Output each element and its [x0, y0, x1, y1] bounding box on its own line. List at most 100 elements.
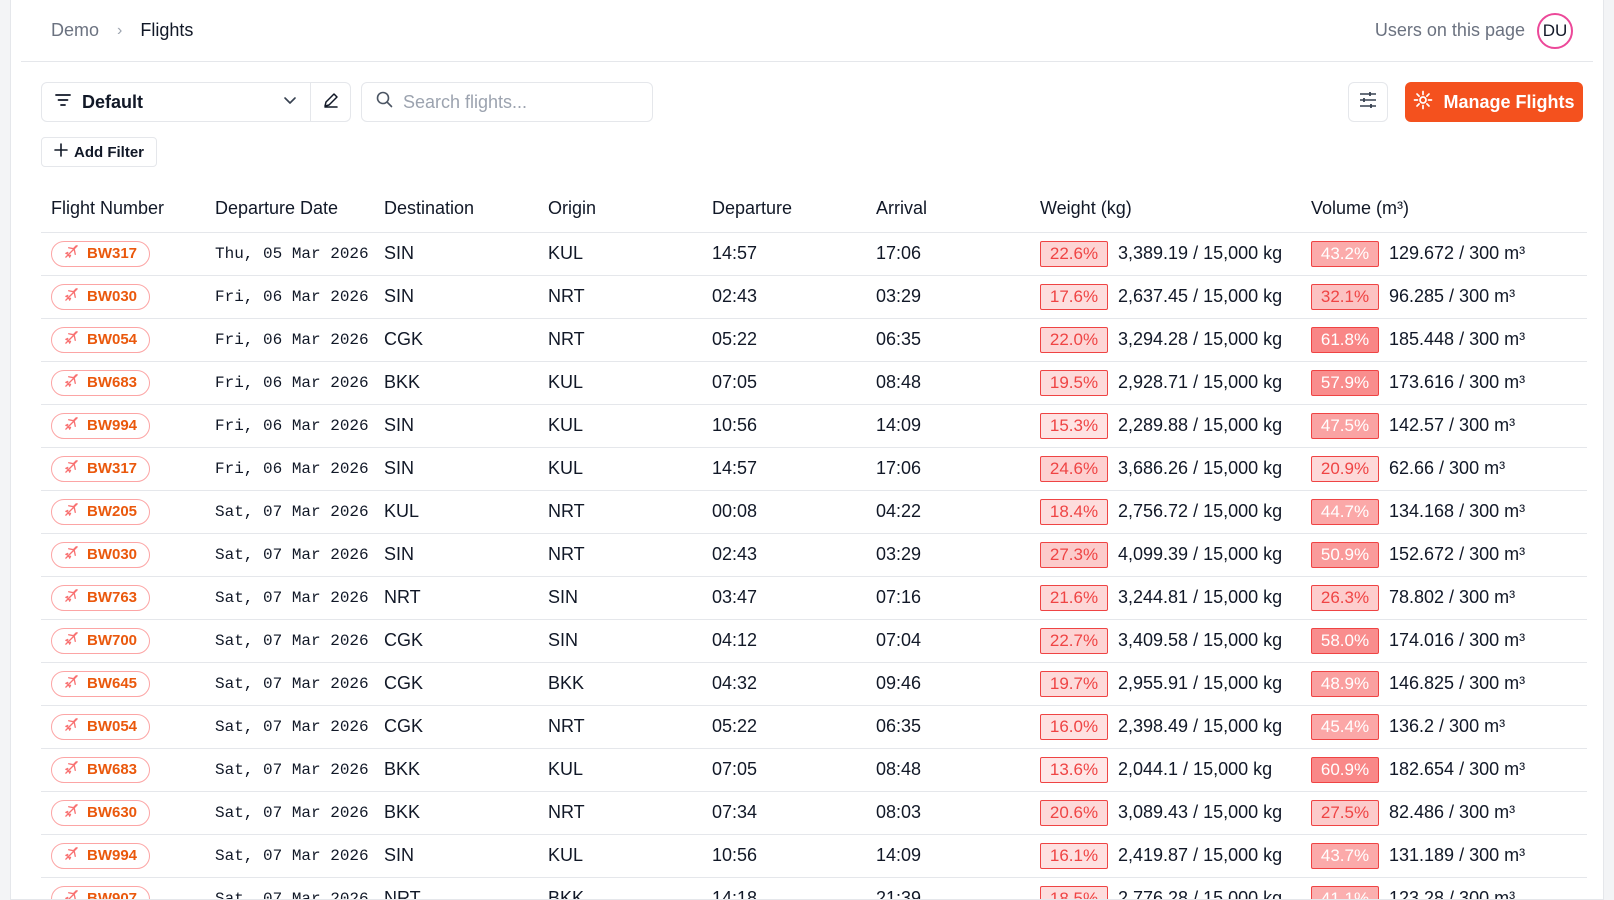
- volume-value: 82.486 / 300 m³: [1389, 801, 1516, 822]
- volume-value: 96.285 / 300 m³: [1389, 285, 1516, 306]
- weight-value: 3,244.81 / 15,000 kg: [1118, 586, 1283, 607]
- flight-number-badge[interactable]: BW994: [51, 842, 151, 869]
- table-row[interactable]: BW683 Fri, 06 Mar 2026 BKK KUL 07:05 08:48 19.…: [41, 361, 1587, 405]
- avatar[interactable]: DU: [1537, 12, 1573, 49]
- cell-weight: 20.6% 3,089.43 / 15,000 kg: [1030, 791, 1301, 835]
- flight-number-badge[interactable]: BW683: [51, 369, 151, 396]
- table-row[interactable]: BW054 Sat, 07 Mar 2026 CGK NRT 05:22 06:35 16.…: [41, 705, 1587, 749]
- table-row[interactable]: BW317 Fri, 06 Mar 2026 SIN KUL 14:57 17:06 24.…: [41, 447, 1587, 491]
- table-row[interactable]: BW054 Fri, 06 Mar 2026 CGK NRT 05:22 06:35 22.…: [41, 318, 1587, 362]
- view-label: Default: [82, 91, 144, 112]
- cell-origin: KUL: [538, 834, 702, 878]
- volume-value: 152.672 / 300 m³: [1389, 543, 1526, 564]
- weight-value: 2,928.71 / 15,000 kg: [1118, 371, 1283, 392]
- table-row[interactable]: BW630 Sat, 07 Mar 2026 BKK NRT 07:34 08:03 20.…: [41, 791, 1587, 835]
- cell-flight-number: BW994: [41, 834, 205, 878]
- table-row[interactable]: BW205 Sat, 07 Mar 2026 KUL NRT 00:08 04:22 18.…: [41, 490, 1587, 534]
- cell-flight-number: BW994: [41, 404, 205, 448]
- weight-value: 2,419.87 / 15,000 kg: [1118, 844, 1283, 865]
- plane-icon: [64, 244, 79, 263]
- cell-flight-number: BW683: [41, 361, 205, 405]
- cell-departure-date: Sat, 07 Mar 2026: [205, 662, 374, 706]
- cell-volume: 61.8% 185.448 / 300 m³: [1301, 318, 1587, 362]
- cell-arrival: 04:22: [866, 490, 1030, 534]
- cell-destination: SIN: [374, 533, 538, 577]
- table-row[interactable]: BW994 Sat, 07 Mar 2026 SIN KUL 10:56 14:09 16.…: [41, 834, 1587, 878]
- cell-origin: BKK: [538, 877, 702, 899]
- cell-volume: 57.9% 173.616 / 300 m³: [1301, 361, 1587, 405]
- cell-departure-date: Sat, 07 Mar 2026: [205, 748, 374, 792]
- flight-number-badge[interactable]: BW645: [51, 670, 151, 697]
- cell-departure-date: Fri, 06 Mar 2026: [205, 275, 374, 319]
- breadcrumb-root[interactable]: Demo: [51, 20, 99, 41]
- add-filter-button[interactable]: Add Filter: [41, 137, 157, 167]
- cell-arrival: 03:29: [866, 533, 1030, 577]
- volume-percent-badge: 43.2%: [1311, 240, 1379, 267]
- cell-arrival: 07:04: [866, 619, 1030, 663]
- flight-number-badge[interactable]: BW317: [51, 455, 151, 482]
- header-volume[interactable]: Volume (m³): [1301, 186, 1587, 233]
- table-row[interactable]: BW763 Sat, 07 Mar 2026 NRT SIN 03:47 07:16 21.…: [41, 576, 1587, 620]
- cell-flight-number: BW030: [41, 275, 205, 319]
- header-origin[interactable]: Origin: [538, 186, 702, 233]
- search-input[interactable]: [403, 91, 633, 113]
- volume-value: 131.189 / 300 m³: [1389, 844, 1526, 865]
- flight-number: BW054: [87, 718, 138, 735]
- plane-icon: [64, 502, 79, 521]
- cell-volume: 43.7% 131.189 / 300 m³: [1301, 834, 1587, 878]
- cell-volume: 50.9% 152.672 / 300 m³: [1301, 533, 1587, 577]
- cell-weight: 19.5% 2,928.71 / 15,000 kg: [1030, 361, 1301, 405]
- plane-icon: [64, 803, 79, 822]
- cell-departure-date: Sat, 07 Mar 2026: [205, 834, 374, 878]
- weight-percent-badge: 18.5%: [1040, 885, 1108, 899]
- column-settings-button[interactable]: [1348, 82, 1388, 122]
- flight-number-badge[interactable]: BW994: [51, 412, 151, 439]
- weight-percent-badge: 16.1%: [1040, 842, 1108, 869]
- table-row[interactable]: BW700 Sat, 07 Mar 2026 CGK SIN 04:12 07:04 22.…: [41, 619, 1587, 663]
- cell-volume: 26.3% 78.802 / 300 m³: [1301, 576, 1587, 620]
- cell-arrival: 06:35: [866, 705, 1030, 749]
- flight-number-badge[interactable]: BW763: [51, 584, 151, 611]
- flight-number-badge[interactable]: BW630: [51, 799, 151, 826]
- table-row[interactable]: BW030 Sat, 07 Mar 2026 SIN NRT 02:43 03:29 27.…: [41, 533, 1587, 577]
- flight-number-badge[interactable]: BW683: [51, 756, 151, 783]
- manage-flights-button[interactable]: Manage Flights: [1405, 82, 1583, 122]
- flight-number-badge[interactable]: BW907: [51, 885, 151, 899]
- table-row[interactable]: BW683 Sat, 07 Mar 2026 BKK KUL 07:05 08:48 13.…: [41, 748, 1587, 792]
- flight-number-badge[interactable]: BW054: [51, 713, 151, 740]
- header-arrival[interactable]: Arrival: [866, 186, 1030, 233]
- volume-value: 129.672 / 300 m³: [1389, 242, 1526, 263]
- flight-number-badge[interactable]: BW700: [51, 627, 151, 654]
- table-row[interactable]: BW907 Sat, 07 Mar 2026 NRT BKK 14:18 21:39 18.…: [41, 877, 1587, 899]
- flight-number-badge[interactable]: BW030: [51, 541, 151, 568]
- weight-value: 2,398.49 / 15,000 kg: [1118, 715, 1283, 736]
- edit-view-button[interactable]: [310, 83, 350, 121]
- cell-flight-number: BW700: [41, 619, 205, 663]
- cell-destination: CGK: [374, 318, 538, 362]
- plane-icon: [64, 545, 79, 564]
- weight-percent-badge: 21.6%: [1040, 584, 1108, 611]
- cell-departure-date: Sat, 07 Mar 2026: [205, 705, 374, 749]
- cell-departure-date: Sat, 07 Mar 2026: [205, 533, 374, 577]
- header-destination[interactable]: Destination: [374, 186, 538, 233]
- volume-value: 174.016 / 300 m³: [1389, 629, 1526, 650]
- cell-volume: 48.9% 146.825 / 300 m³: [1301, 662, 1587, 706]
- flight-number-badge[interactable]: BW317: [51, 240, 151, 267]
- volume-percent-badge: 41.1%: [1311, 885, 1379, 899]
- table-row[interactable]: BW030 Fri, 06 Mar 2026 SIN NRT 02:43 03:29 17.…: [41, 275, 1587, 319]
- volume-value: 142.57 / 300 m³: [1389, 414, 1516, 435]
- cell-weight: 16.0% 2,398.49 / 15,000 kg: [1030, 705, 1301, 749]
- header-weight[interactable]: Weight (kg): [1030, 186, 1301, 233]
- header-departure[interactable]: Departure: [702, 186, 866, 233]
- table-row[interactable]: BW317 Thu, 05 Mar 2026 SIN KUL 14:57 17:06 22.…: [41, 232, 1587, 276]
- weight-percent-badge: 27.3%: [1040, 541, 1108, 568]
- cell-departure-date: Sat, 07 Mar 2026: [205, 619, 374, 663]
- header-departure-date[interactable]: Departure Date: [205, 186, 374, 233]
- flight-number-badge[interactable]: BW054: [51, 326, 151, 353]
- table-row[interactable]: BW994 Fri, 06 Mar 2026 SIN KUL 10:56 14:09 15.…: [41, 404, 1587, 448]
- flight-number-badge[interactable]: BW030: [51, 283, 151, 310]
- flight-number-badge[interactable]: BW205: [51, 498, 151, 525]
- view-dropdown[interactable]: Default: [42, 83, 310, 121]
- table-row[interactable]: BW645 Sat, 07 Mar 2026 CGK BKK 04:32 09:46 19.…: [41, 662, 1587, 706]
- header-flight-number[interactable]: Flight Number: [41, 186, 205, 233]
